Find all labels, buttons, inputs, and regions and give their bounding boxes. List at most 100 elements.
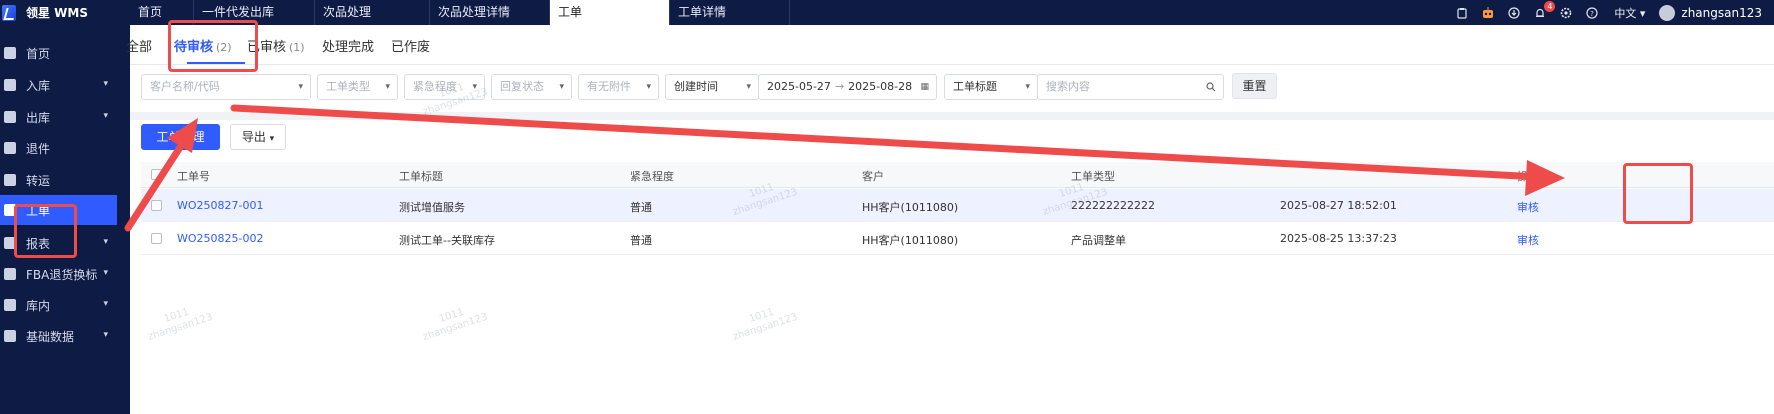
top-tab-label: 一件代发出库 [202, 5, 275, 19]
sidebar-item-label: 库内 [26, 298, 51, 313]
home-icon [4, 47, 16, 59]
work-order-icon [4, 204, 16, 216]
review-button[interactable]: 审核 [1517, 232, 1539, 248]
sidebar-item-label: 转运 [26, 173, 51, 188]
search-input[interactable]: 搜索内容 [1037, 74, 1224, 100]
language-label: 中文 [1614, 6, 1637, 20]
chevron-down-icon: ▾ [646, 82, 651, 92]
sidebar-item-3[interactable]: 退件 [0, 133, 130, 163]
table-row: WO250825-002 测试工单--关联库存 普通 HH客户(1011080)… [141, 222, 1774, 255]
sidebar-item-4[interactable]: 转运 [0, 165, 130, 195]
tab-all[interactable]: 全部 [126, 36, 152, 55]
robot-icon[interactable] [1480, 5, 1496, 21]
date-end: 2025-08-28 [848, 80, 913, 93]
row-checkbox[interactable] [151, 200, 162, 211]
sidebar-item-9[interactable]: 基础数据 ▾ [0, 321, 130, 351]
status-tab-bar: 全部 待审核 (2) 已审核 (1) 处理完成 已作废 [126, 25, 1774, 65]
type-placeholder: 工单类型 [326, 80, 370, 93]
data-icon [4, 330, 16, 342]
reset-button[interactable]: 重置 [1232, 73, 1277, 99]
row-checkbox[interactable] [151, 233, 162, 244]
logo-icon [2, 4, 16, 21]
chevron-down-icon: ▾ [746, 82, 751, 92]
search-field-select[interactable]: 工单标题 ▾ [944, 74, 1038, 100]
app-logo[interactable]: 领星 WMS [0, 0, 130, 25]
type-value: 产品调整单 [1071, 234, 1126, 247]
time-field-select[interactable]: 创建时间 ▾ [665, 74, 759, 100]
username[interactable]: zhangsan123 [1681, 6, 1762, 20]
type-select[interactable]: 工单类型 ▾ [317, 74, 398, 100]
sidebar-item-label: 出库 [26, 110, 51, 125]
sidebar-item-8[interactable]: 库内 ▾ [0, 290, 130, 320]
top-tab-label: 工单详情 [678, 5, 727, 19]
sidebar-item-label: 首页 [26, 46, 51, 61]
avatar[interactable] [1659, 4, 1676, 21]
top-tab-4[interactable]: 工单 [550, 0, 670, 25]
tab-label: 全部 [126, 40, 153, 55]
clipboard-icon[interactable] [1454, 5, 1470, 21]
chevron-down-icon: ▾ [385, 82, 390, 92]
tab-count: (1) [289, 41, 305, 54]
notification-badge: 4 [1544, 0, 1556, 12]
sidebar: 首页 入库 ▾ 出库 ▾ 退件 转运 工单 报表 ▾ FBA退货换标 ▾ 库内 ▾ 基础数据 ▾ [0, 25, 130, 414]
top-tab-bar: 首页 一件代发出库 次品处理 次品处理详情 工单 工单详情 [130, 0, 790, 25]
reply-status-select[interactable]: 回复状态 ▾ [491, 74, 572, 100]
chevron-down-icon: ▾ [298, 82, 303, 92]
gear-icon[interactable] [1558, 5, 1574, 21]
sidebar-item-5[interactable]: 工单 [0, 195, 117, 225]
customer-value: HH客户(1011080) [862, 201, 959, 214]
svg-text:?: ? [1591, 10, 1595, 18]
urgency-value: 普通 [630, 234, 652, 247]
app-window: 领星 WMS 首页一件代发出库次品处理次品处理详情工单工单详情 4 ? [0, 0, 1774, 414]
language-selector[interactable]: 中文 ▾ [1614, 5, 1645, 21]
top-tab-0[interactable]: 首页 [130, 0, 194, 25]
sidebar-item-label: 基础数据 [26, 329, 75, 344]
tab-voided[interactable]: 已作废 [391, 36, 430, 55]
top-tab-1[interactable]: 一件代发出库 [194, 0, 315, 25]
date-range-picker[interactable]: 2025-05-27 → 2025-08-28 ▦ [758, 74, 937, 100]
sidebar-item-label: FBA退货换标 [26, 267, 98, 282]
col-actions: 操作 [1517, 170, 1539, 183]
report-icon [4, 237, 16, 249]
created-time: 2025-08-27 18:52:01 [1280, 199, 1397, 212]
work-order-manage-button[interactable]: 工单管理 [141, 124, 220, 150]
tab-pending-review[interactable]: 待审核 (2) [174, 36, 232, 55]
chevron-down-icon: ▾ [103, 79, 108, 89]
sidebar-item-2[interactable]: 出库 ▾ [0, 102, 130, 132]
sidebar-item-0[interactable]: 首页 [0, 38, 130, 68]
top-tab-label: 次品处理 [323, 5, 372, 19]
top-tab-label: 工单 [558, 5, 583, 19]
tab-reviewed[interactable]: 已审核 (1) [247, 36, 305, 55]
sidebar-item-7[interactable]: FBA退货换标 ▾ [0, 259, 130, 289]
top-tab-3[interactable]: 次品处理详情 [430, 0, 550, 25]
sidebar-item-1[interactable]: 入库 ▾ [0, 70, 130, 100]
reply-status-placeholder: 回复状态 [500, 80, 544, 93]
search-field-label: 工单标题 [953, 80, 997, 93]
top-tab-label: 次品处理详情 [438, 5, 511, 19]
help-icon[interactable]: ? [1584, 5, 1600, 21]
tab-completed[interactable]: 处理完成 [322, 36, 374, 55]
top-tab-5[interactable]: 工单详情 [670, 0, 790, 25]
export-button[interactable]: 导出 ▾ [230, 124, 286, 150]
customer-placeholder: 客户名称/代码 [150, 80, 220, 93]
download-icon[interactable] [1506, 5, 1522, 21]
calendar-icon: ▦ [920, 82, 929, 92]
return-icon [4, 142, 16, 154]
work-order-link[interactable]: WO250825-002 [177, 232, 264, 245]
attachment-select[interactable]: 有无附件 ▾ [578, 74, 659, 100]
sidebar-item-6[interactable]: 报表 ▾ [0, 228, 130, 258]
attachment-placeholder: 有无附件 [587, 80, 631, 93]
chevron-down-icon: ▾ [103, 330, 108, 340]
created-time: 2025-08-25 13:37:23 [1280, 232, 1397, 245]
customer-select[interactable]: 客户名称/代码 ▾ [141, 74, 311, 100]
table-row: WO250827-001 测试增值服务 普通 HH客户(1011080) 222… [141, 189, 1774, 222]
bell-icon[interactable]: 4 [1532, 0, 1556, 21]
top-tab-2[interactable]: 次品处理 [315, 0, 430, 25]
select-all-checkbox[interactable] [151, 169, 162, 180]
chevron-down-icon: ▾ [103, 237, 108, 247]
work-order-link[interactable]: WO250827-001 [177, 199, 264, 212]
date-separator: → [834, 80, 845, 93]
sidebar-item-label: 工单 [26, 203, 51, 218]
review-button[interactable]: 审核 [1517, 199, 1539, 215]
col-customer: 客户 [862, 170, 884, 183]
